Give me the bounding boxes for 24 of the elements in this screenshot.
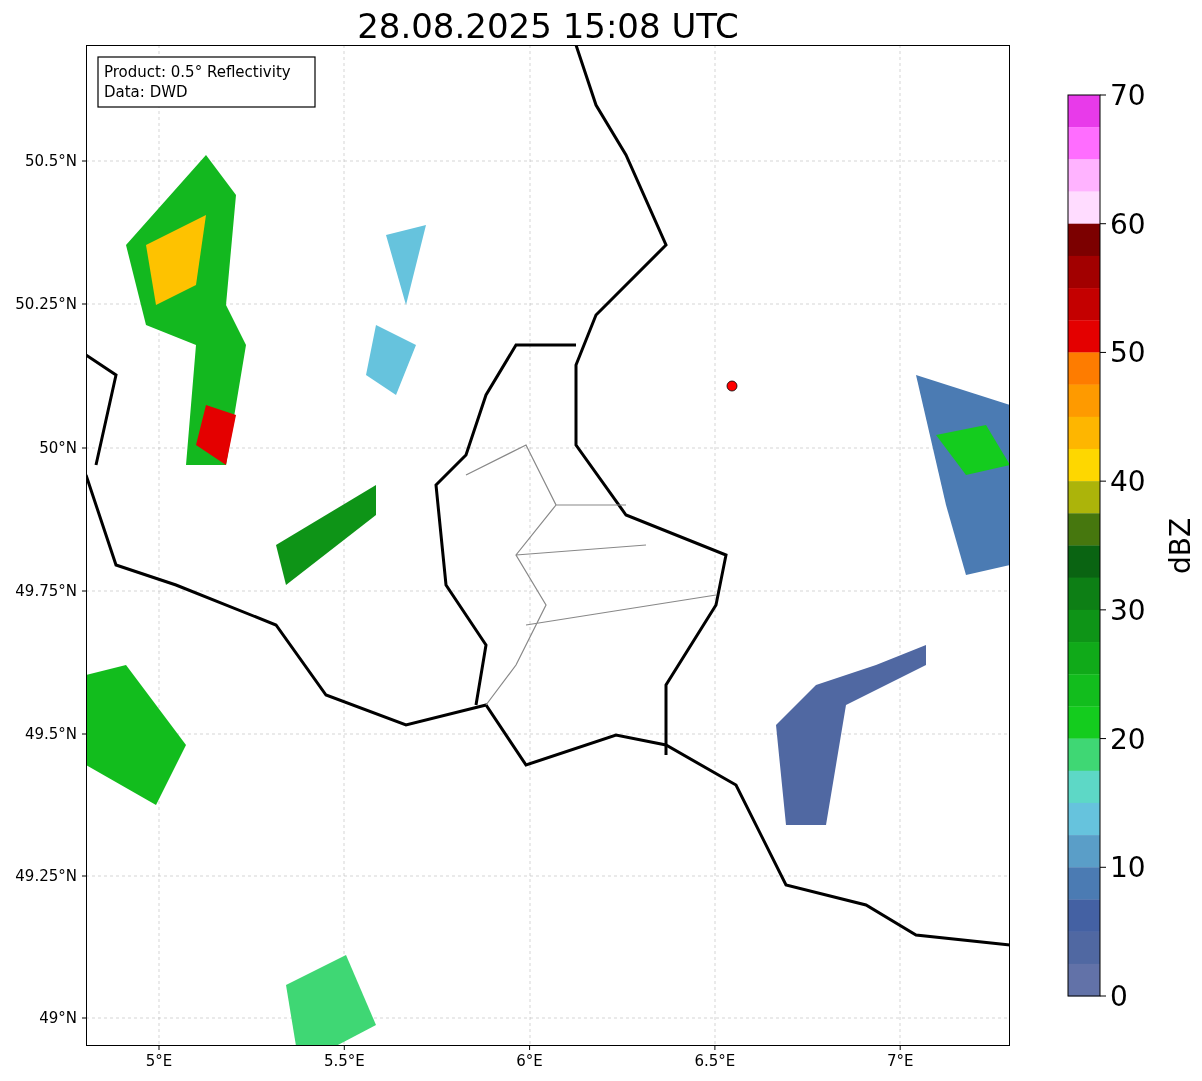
axis-tick-label: 50°N [39,439,77,457]
axis-tick-label: 7°E [886,1052,914,1070]
colorbar-tick-label: 70 [1110,79,1146,112]
colorbar-tick-label: 60 [1110,207,1146,241]
axis-tick-label: 49.25°N [15,867,77,885]
legend-text: Product: 0.5° Reflectivity [104,63,291,81]
axis-tick-label: 5°E [145,1052,173,1070]
axis-tick-label: 49.5°N [24,725,77,743]
colorbar-tick-label: 10 [1110,851,1146,885]
axis-tick-label: 49°N [39,1009,77,1027]
axis-tick-label: 50.5°N [24,152,77,170]
axis-tick-label: 49.75°N [15,582,77,600]
colorbar-tick-label: 20 [1110,722,1146,756]
chart-title: 28.08.2025 15:08 UTC [357,6,739,46]
axis-tick-label: 6°E [516,1052,543,1070]
legend-text: Data: DWD [104,83,188,101]
axis-tick-label: 6.5°E [694,1052,736,1070]
colorbar-tick-label: 40 [1110,465,1146,499]
colorbar-label: dBZ [1164,517,1197,575]
axis-tick-label: 50.25°N [15,295,77,313]
colorbar-tick-label: 50 [1110,336,1146,370]
colorbar-tick-label: 0 [1110,980,1128,1013]
colorbar-tick-label: 30 [1110,593,1146,627]
axis-tick-label: 5.5°E [323,1052,365,1070]
